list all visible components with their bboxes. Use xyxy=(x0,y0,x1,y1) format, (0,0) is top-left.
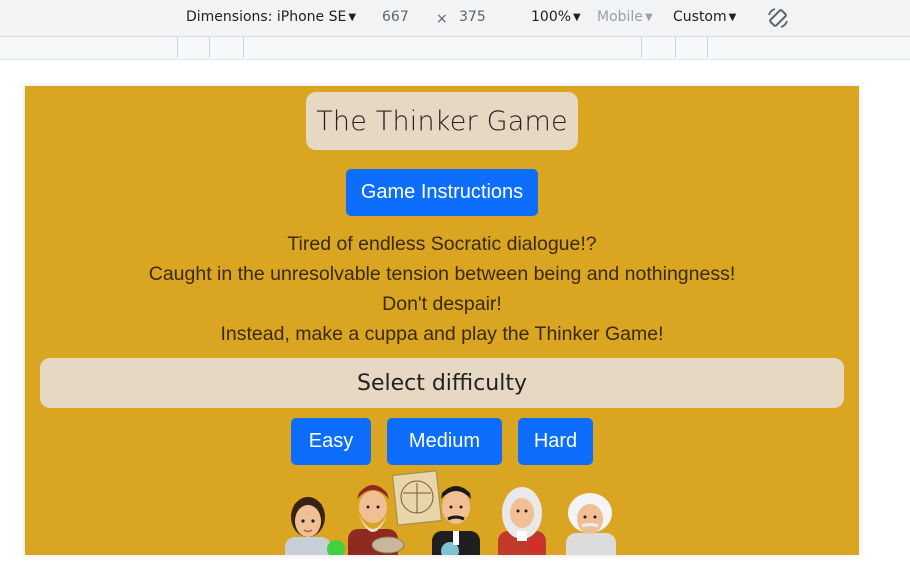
width-input[interactable]: 667 xyxy=(382,9,409,25)
intro-line: Caught in the unresolvable tension betwe… xyxy=(148,263,736,285)
caret-down-icon: ▼ xyxy=(573,12,581,23)
medium-button[interactable]: Medium xyxy=(387,418,502,465)
hard-button[interactable]: Hard xyxy=(518,418,593,465)
thinker-figure xyxy=(285,497,345,555)
mode-label: Mobile xyxy=(597,9,643,25)
height-input[interactable]: 375 xyxy=(459,9,486,25)
zoom-label: 100% xyxy=(531,9,572,25)
caret-down-icon: ▼ xyxy=(644,12,653,23)
mode-dropdown[interactable]: Mobile ▼ xyxy=(597,9,653,25)
thinker-figure xyxy=(566,493,616,555)
dimensions-label: Dimensions: iPhone SE xyxy=(186,9,347,25)
throttle-dropdown[interactable]: Custom ▼ xyxy=(673,9,736,25)
page-title: The Thinker Game xyxy=(306,92,578,150)
media-query-ruler[interactable] xyxy=(0,37,910,60)
zoom-dropdown[interactable]: 100% ▼ xyxy=(531,9,581,25)
easy-button[interactable]: Easy xyxy=(291,418,371,465)
intro-line: Tired of endless Socratic dialogue!? xyxy=(287,233,597,255)
rotate-icon[interactable] xyxy=(766,6,790,30)
dimensions-dropdown[interactable]: Dimensions: iPhone SE ▼ xyxy=(186,9,356,25)
caret-down-icon: ▼ xyxy=(728,12,737,23)
intro-text: Tired of endless Socratic dialogue!? Cau… xyxy=(25,229,859,349)
times-icon: × xyxy=(436,11,448,27)
intro-line: Instead, make a cuppa and play the Think… xyxy=(220,323,664,345)
device-toolbar: Dimensions: iPhone SE ▼ 667 × 375 100% ▼ M… xyxy=(0,0,910,37)
throttle-label: Custom xyxy=(673,9,727,25)
game-instructions-button[interactable]: Game Instructions xyxy=(346,169,538,216)
difficulty-heading: Select difficulty xyxy=(40,358,844,408)
caret-down-icon: ▼ xyxy=(348,12,357,23)
vitruvian-drawing xyxy=(391,470,443,526)
thinkers-illustration xyxy=(285,470,616,555)
emulated-viewport: The Thinker Game Game Instructions Tired… xyxy=(25,86,859,555)
thinker-figure xyxy=(498,487,546,555)
intro-line: Don't despair! xyxy=(382,293,502,315)
